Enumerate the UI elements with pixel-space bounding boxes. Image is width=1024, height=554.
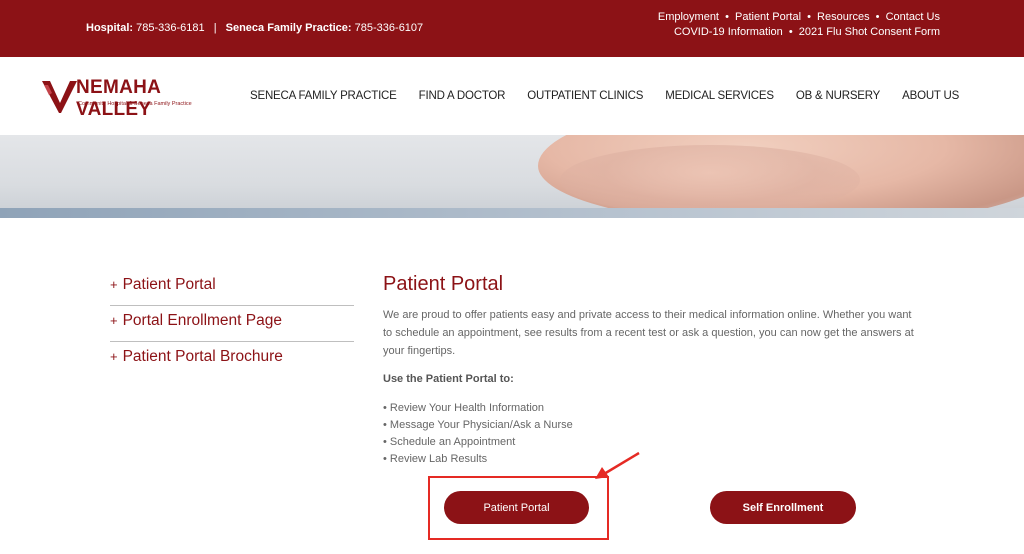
primary-menu: SENECA FAMILY PRACTICE FIND A DOCTOR OUT…: [250, 90, 981, 102]
feature-list: Review Your Health Information Message Y…: [383, 400, 923, 468]
nav-about-us[interactable]: ABOUT US: [902, 90, 959, 102]
sidebar-item-portal-brochure[interactable]: + Patient Portal Brochure: [110, 342, 354, 378]
list-item: Message Your Physician/Ask a Nurse: [383, 417, 923, 434]
top-bar: Hospital: 785-336-6181 | Seneca Family P…: [0, 0, 1024, 57]
hospital-label: Hospital:: [86, 22, 134, 34]
phone-numbers: Hospital: 785-336-6181 | Seneca Family P…: [86, 22, 423, 34]
self-enrollment-button[interactable]: Self Enrollment: [710, 491, 856, 524]
nav-find-a-doctor[interactable]: FIND A DOCTOR: [419, 90, 506, 102]
family-practice-phone[interactable]: 785-336-6107: [355, 22, 424, 34]
hero-hand-highlight: [560, 145, 860, 215]
link-contact-us[interactable]: Contact Us: [886, 11, 940, 23]
link-bullet: •: [788, 26, 793, 38]
logo-name: NEMAHA VALLEY: [76, 77, 161, 120]
utility-links-row-2: COVID-19 Information • 2021 Flu Shot Con…: [658, 25, 940, 40]
sidebar-item-patient-portal[interactable]: + Patient Portal: [110, 270, 354, 306]
intro-paragraph: We are proud to offer patients easy and …: [383, 309, 914, 357]
link-bullet: •: [725, 11, 729, 23]
link-employment[interactable]: Employment: [658, 11, 719, 23]
sidebar-item-label: Patient Portal: [122, 276, 216, 293]
annotation-arrow-icon: [595, 451, 640, 479]
main-navbar: NEMAHA VALLEY Community Hospital & Senec…: [0, 57, 1024, 135]
list-item: Review Your Health Information: [383, 400, 923, 417]
link-covid-info[interactable]: COVID-19 Information: [674, 26, 783, 38]
sidebar-item-portal-enrollment[interactable]: + Portal Enrollment Page: [110, 306, 354, 342]
link-flu-shot-form[interactable]: 2021 Flu Shot Consent Form: [799, 26, 940, 38]
page-title: Patient Portal: [383, 273, 504, 295]
plus-icon: +: [110, 313, 118, 328]
logo-mark-icon: [42, 81, 77, 113]
link-resources[interactable]: Resources: [817, 11, 870, 23]
phone-separator: |: [213, 22, 217, 34]
list-item: Review Lab Results: [383, 451, 923, 468]
link-bullet: •: [875, 11, 880, 23]
link-patient-portal[interactable]: Patient Portal: [735, 11, 801, 23]
main-content: Patient Portal We are proud to offer pat…: [383, 273, 923, 468]
plus-icon: +: [110, 349, 118, 364]
utility-links-row-1: Employment • Patient Portal • Resources …: [658, 10, 940, 25]
use-portal-heading: Use the Patient Portal to:: [383, 373, 514, 385]
hero-image: [0, 135, 1024, 218]
site-logo[interactable]: NEMAHA VALLEY Community Hospital & Senec…: [40, 75, 230, 120]
sidebar-item-label: Patient Portal Brochure: [122, 348, 283, 365]
link-bullet: •: [807, 11, 811, 23]
utility-links: Employment • Patient Portal • Resources …: [658, 10, 940, 40]
annotation-highlight-box: [428, 476, 609, 540]
nav-seneca-family-practice[interactable]: SENECA FAMILY PRACTICE: [250, 90, 397, 102]
nav-ob-nursery[interactable]: OB & NURSERY: [796, 90, 881, 102]
sidebar-item-label: Portal Enrollment Page: [122, 312, 282, 329]
nav-medical-services[interactable]: MEDICAL SERVICES: [665, 90, 774, 102]
list-item: Schedule an Appointment: [383, 434, 923, 451]
hero-bottom-band: [0, 208, 1024, 218]
plus-icon: +: [110, 277, 118, 292]
hospital-phone[interactable]: 785-336-6181: [136, 22, 205, 34]
sidebar-menu: + Patient Portal + Portal Enrollment Page …: [110, 270, 354, 378]
nav-outpatient-clinics[interactable]: OUTPATIENT CLINICS: [527, 90, 643, 102]
logo-subtitle: Community Hospital & Seneca Family Pract…: [78, 101, 192, 107]
family-practice-label: Seneca Family Practice:: [225, 22, 352, 34]
